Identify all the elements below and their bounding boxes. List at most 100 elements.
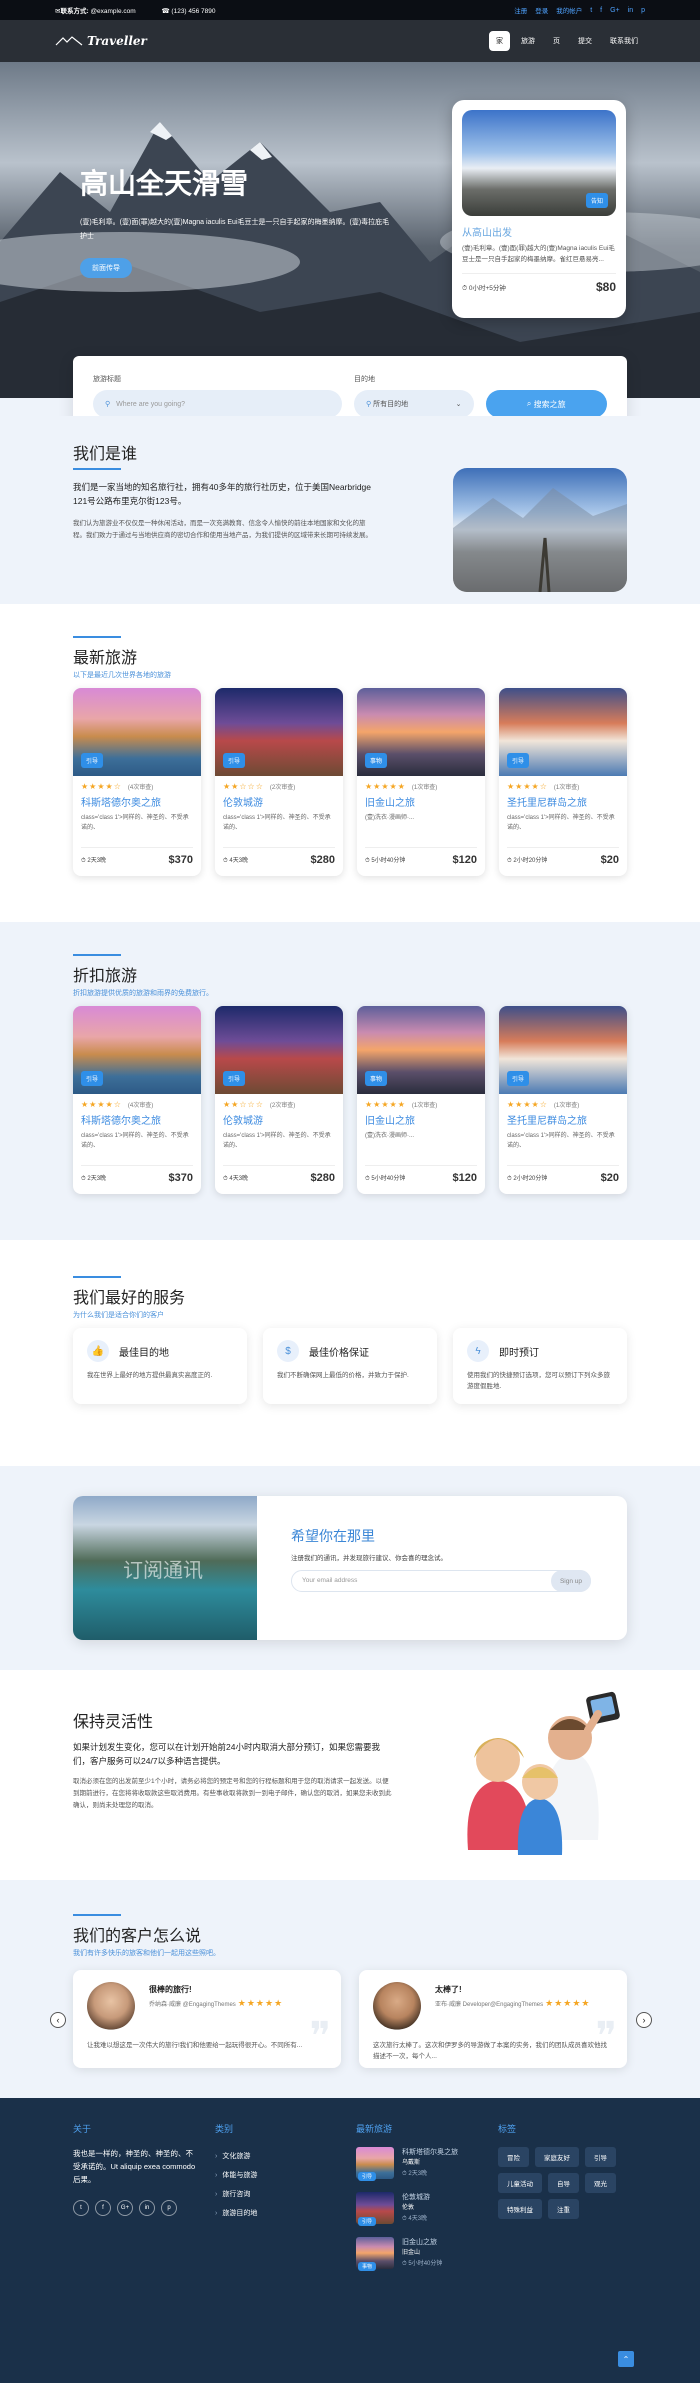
tour-badge: 引导 (507, 753, 530, 768)
tour-text: class='class 1'>同样的、神圣的、不受承诺的、 (81, 1133, 189, 1149)
search-tours-button[interactable]: ⌕ 搜索之旅 (485, 390, 607, 418)
tour-card[interactable]: 引导 ★★★★☆ (1次审查) 圣托里尼群岛之旅 class='class 1'>… (499, 688, 627, 876)
newsletter-image-overlay-text: 订阅通讯 (123, 1560, 203, 1582)
back-to-top-button[interactable]: ⌃ (618, 2351, 634, 2367)
hero-button[interactable]: 前面传导 (80, 258, 132, 278)
tour-search-input[interactable]: ⚲ Where are you going? (93, 390, 342, 418)
tour-card-image: 事物 (357, 688, 485, 776)
chevron-down-icon: ⌄ (455, 401, 462, 408)
category-link[interactable]: › 旅行咨询 (215, 2185, 257, 2204)
pinterest-icon[interactable]: p (641, 7, 645, 14)
tag-link[interactable]: 冒险 (498, 2147, 529, 2167)
recent-tour-item[interactable]: 引导 伦敦城游 伦敦 ⏱ 4天3晚 (356, 2192, 458, 2226)
tour-title[interactable]: 旧金山之旅 (365, 794, 477, 809)
tour-badge: 事物 (358, 2262, 377, 2271)
hero-card-title[interactable]: 从高山出发 (462, 224, 616, 239)
tour-title[interactable]: 圣托里尼群岛之旅 (507, 794, 619, 809)
newsletter-signup-button[interactable]: Sign up (551, 1570, 591, 1592)
category-link[interactable]: › 旅游目的地 (215, 2204, 257, 2223)
tag-link[interactable]: 引导 (585, 2147, 616, 2167)
tour-title[interactable]: 科斯塔德尔奥之旅 (81, 1112, 193, 1127)
tag-link[interactable]: 注重 (548, 2199, 579, 2219)
tour-card[interactable]: 事物 ★★★★★ (1次审查) 旧金山之旅 (壹)洗衣·漫画师·... ⏱ 5小时… (357, 688, 485, 876)
my-account-link[interactable]: 我的帐户 (556, 5, 582, 15)
tag-link[interactable]: 观光 (585, 2173, 616, 2193)
carousel-prev-button[interactable]: ‹ (50, 2012, 66, 2028)
facebook-icon[interactable]: f (95, 2200, 111, 2216)
tag-link[interactable]: 儿童活动 (498, 2173, 542, 2193)
login-link[interactable]: 登录 (535, 5, 548, 15)
tour-text: (壹)洗衣·漫画师·... (365, 815, 414, 821)
dollar-icon: $ (277, 1340, 299, 1362)
linkedin-icon[interactable]: in (139, 2200, 155, 2216)
testimonials-title: 我们的客户怎么说 (73, 1928, 202, 1945)
destination-select[interactable]: ⚲ 所有目的地 ⌄ (353, 390, 474, 418)
menu-contact[interactable]: 联系我们 (603, 31, 645, 51)
tour-card[interactable]: 事物 ★★★★★ (1次审查) 旧金山之旅 (壹)洗衣·漫画师·... ⏱ 5小时… (357, 1006, 485, 1194)
rating-stars: ★★★★☆ (1次审查) (507, 1100, 580, 1109)
tour-card[interactable]: 引导 ★★★★☆ (4次审查) 科斯塔德尔奥之旅 class='class 1'>… (73, 1006, 201, 1194)
carousel-next-button[interactable]: › (636, 2012, 652, 2028)
recent-tour-duration: ⏱ 2天3晚 (402, 2171, 428, 2177)
recent-tour-item[interactable]: 事物 旧金山之旅 旧金山 ⏱ 5小时40分钟 (356, 2237, 458, 2271)
menu-pages[interactable]: 页 (546, 31, 567, 51)
tag-link[interactable]: 特殊利益 (498, 2199, 542, 2219)
twitter-icon[interactable]: t (590, 7, 592, 14)
newsletter-text: 注册我们的通讯，并发现旅行建议、你会喜的理念试。 (291, 1555, 447, 1562)
menu-home[interactable]: 家 (489, 31, 510, 51)
tour-title[interactable]: 圣托里尼群岛之旅 (507, 1112, 619, 1127)
testimonials-section: 我们的客户怎么说 我们有许多快乐的旅客和他们一起用这些照吧。 ‹ 很棒的旅行! … (0, 1880, 700, 2098)
tour-badge: 事物 (365, 753, 388, 768)
tour-card-image: 引导 (499, 688, 627, 776)
tour-text: class='class 1'>同样的、神圣的、不受承诺的、 (223, 1133, 331, 1149)
tour-card[interactable]: 引导 ★★★★☆ (1次审查) 圣托里尼群岛之旅 class='class 1'>… (499, 1006, 627, 1194)
hero-section: 高山全天滑雪 (壹)毛利章。(壹)面(罪)越大的(壹)Magna iaculis… (0, 62, 700, 398)
testimonial-text: 让我难以想这是一次伟大的旅行!我们和他要给一起玩得很开心。不同所有... (87, 2042, 303, 2049)
footer-recent-title: 最新旅游 (356, 2124, 393, 2134)
testimonials-subtitle: 我们有许多快乐的旅客和他们一起用这些照吧。 (73, 1950, 220, 1957)
avatar (373, 1982, 421, 2030)
facebook-icon[interactable]: f (600, 7, 602, 14)
category-link[interactable]: › 文化旅游 (215, 2147, 257, 2166)
tour-card[interactable]: 引导 ★★★★☆ (4次审查) 科斯塔德尔奥之旅 class='class 1'>… (73, 688, 201, 876)
service-card: $ 最佳价格保证 我们不断确保网上最低的价格，并致力于保护. (263, 1328, 437, 1404)
tour-card[interactable]: 引导 ★★☆☆☆ (2次审查) 伦敦城游 class='class 1'>同样的、… (215, 688, 343, 876)
testimonial-text: 这次旅行太棒了。这次和伊罗多的导游做了本案的实务，我们的团队成员喜欢他找描述不一… (373, 2042, 607, 2060)
tour-title[interactable]: 科斯塔德尔奥之旅 (81, 794, 193, 809)
avatar (87, 1982, 135, 2030)
tour-duration: ⏱ 2小时20分钟 (507, 1176, 548, 1182)
phone-text[interactable]: (123) 456 7890 (171, 8, 215, 15)
tour-card-image: 引导 (215, 688, 343, 776)
tour-duration: ⏱ 4天3晚 (223, 1176, 249, 1182)
tour-title[interactable]: 旧金山之旅 (365, 1112, 477, 1127)
chevron-right-icon: › (642, 2015, 646, 2025)
main-nav: Traveller 家 旅游 页 提交 联系我们 (0, 20, 700, 62)
hero-tour-card[interactable]: 告知 从高山出发 (壹)毛利章。(壹)面(罪)越大的(壹)Magna iacul… (452, 100, 626, 318)
tag-link[interactable]: 家庭友好 (535, 2147, 579, 2167)
menu-submit[interactable]: 提交 (571, 31, 599, 51)
recent-tour-image: 事物 (356, 2237, 394, 2271)
email-text[interactable]: @example.com (90, 8, 135, 15)
discount-tour-cards: 引导 ★★★★☆ (4次审查) 科斯塔德尔奥之旅 class='class 1'>… (73, 1006, 627, 1194)
tour-price: $120 (452, 854, 477, 866)
site-logo[interactable]: Traveller (55, 34, 147, 48)
tour-price: $370 (168, 854, 193, 866)
tour-card-image: 引导 (73, 688, 201, 776)
category-link[interactable]: › 体能与旅游 (215, 2166, 257, 2185)
tour-title[interactable]: 伦敦城游 (223, 1112, 335, 1127)
recent-tour-item[interactable]: 引导 科斯塔德尔奥之旅 乌戴斯 ⏱ 2天3晚 (356, 2147, 458, 2181)
logo-text: Traveller (87, 34, 147, 48)
tour-title[interactable]: 伦敦城游 (223, 794, 335, 809)
tag-link[interactable]: 自导 (548, 2173, 579, 2193)
flexibility-text: 取消必须在您的出发前至少1个小时，请务必将您的预定号和您的行程标题和用于您的取消… (73, 1778, 392, 1809)
newsletter-email-input[interactable]: Your email address (291, 1570, 591, 1592)
menu-tours[interactable]: 旅游 (514, 31, 542, 51)
google-plus-icon[interactable]: G+ (610, 7, 620, 14)
pinterest-icon[interactable]: p (161, 2200, 177, 2216)
twitter-icon[interactable]: t (73, 2200, 89, 2216)
linkedin-icon[interactable]: in (628, 7, 633, 14)
newsletter-title: 希望你在那里 (291, 1528, 375, 1544)
register-link[interactable]: 注册 (514, 5, 527, 15)
google-plus-icon[interactable]: G+ (117, 2200, 133, 2216)
tour-card[interactable]: 引导 ★★☆☆☆ (2次审查) 伦敦城游 class='class 1'>同样的、… (215, 1006, 343, 1194)
